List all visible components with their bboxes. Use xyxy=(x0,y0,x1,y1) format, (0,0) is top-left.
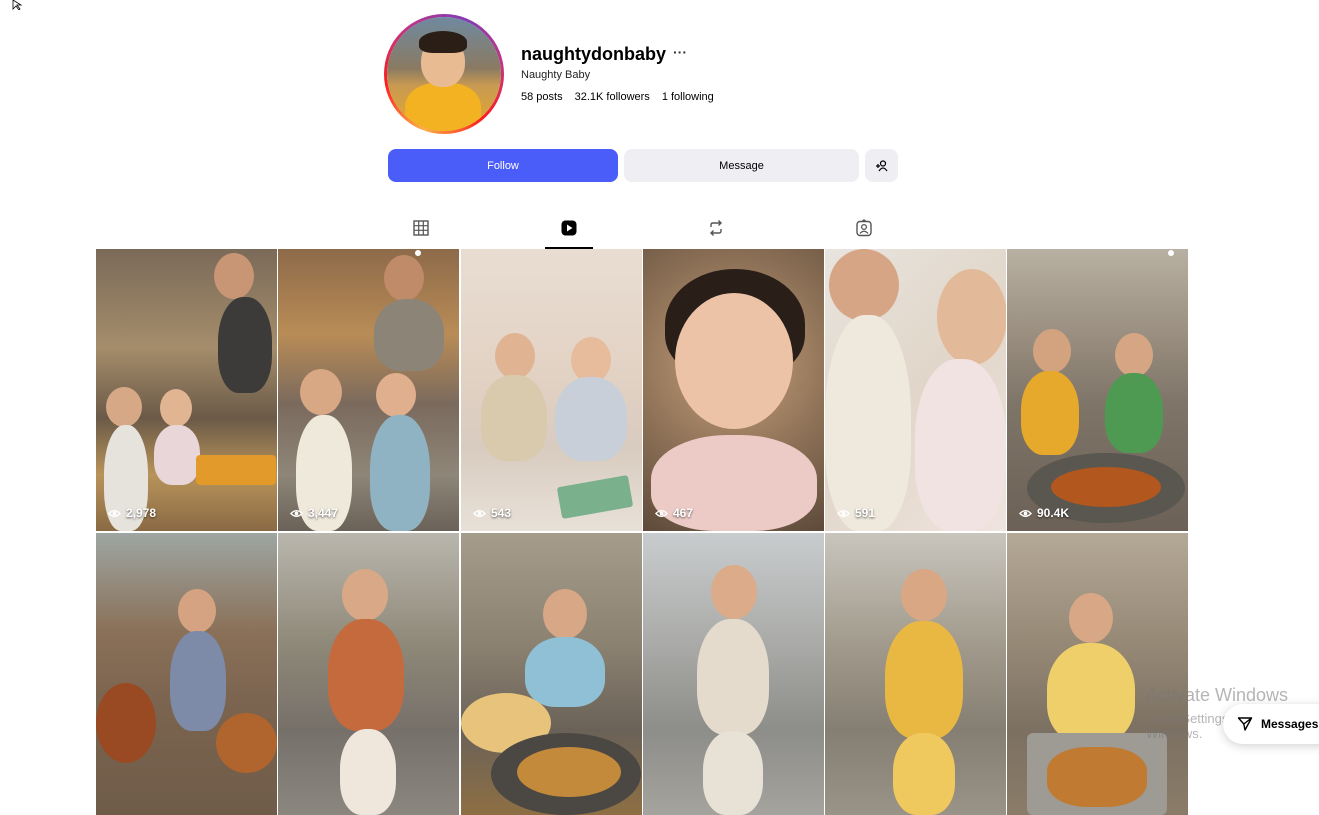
profile-username: naughtydonbaby xyxy=(521,44,666,64)
tagged-icon xyxy=(856,219,872,237)
add-user-icon xyxy=(876,160,888,172)
repost-icon xyxy=(710,220,722,236)
eye-icon xyxy=(1019,509,1032,517)
mouse-cursor-icon xyxy=(12,0,23,10)
eye-icon xyxy=(108,509,121,517)
eye-icon xyxy=(655,509,668,517)
more-options-icon[interactable]: ··· xyxy=(673,44,687,60)
reel-tile[interactable] xyxy=(96,533,277,815)
eye-icon xyxy=(290,509,303,517)
tab-reposts[interactable] xyxy=(692,219,740,247)
tab-posts[interactable] xyxy=(397,219,445,247)
messages-button[interactable]: Messages xyxy=(1223,704,1319,744)
following-count[interactable]: 1 following xyxy=(662,91,714,103)
view-count: 543 xyxy=(473,506,511,520)
eye-icon xyxy=(473,509,486,517)
followers-count[interactable]: 32.1K followers xyxy=(575,91,650,103)
reels-icon xyxy=(561,220,577,236)
add-user-button[interactable] xyxy=(865,149,898,182)
profile-stats: 58 posts 32.1K followers 1 following xyxy=(521,91,714,103)
tab-tagged[interactable] xyxy=(840,219,888,247)
view-count: 467 xyxy=(655,506,693,520)
reel-tile[interactable] xyxy=(825,533,1006,815)
view-count: 90.4K xyxy=(1019,506,1069,520)
view-count: 591 xyxy=(837,506,875,520)
tab-reels[interactable] xyxy=(545,219,593,249)
avatar xyxy=(387,17,501,131)
view-count: 3,447 xyxy=(290,506,338,520)
posts-count[interactable]: 58 posts xyxy=(521,91,563,103)
reel-tile[interactable]: 2,978 xyxy=(96,249,277,531)
reel-tile[interactable]: 543 xyxy=(461,249,642,531)
send-icon xyxy=(1237,717,1253,731)
follow-button[interactable]: Follow xyxy=(388,149,618,182)
messages-label: Messages xyxy=(1261,717,1319,731)
grid-icon xyxy=(413,220,429,236)
view-count: 2,978 xyxy=(108,506,156,520)
reel-tile[interactable]: 591 xyxy=(825,249,1006,531)
message-button[interactable]: Message xyxy=(624,149,859,182)
reels-grid: 2,978 3,447 543 467 591 90.4K xyxy=(96,249,1189,815)
profile-avatar-ring[interactable] xyxy=(384,14,504,134)
reel-tile[interactable] xyxy=(1007,533,1188,815)
profile-full-name: Naughty Baby xyxy=(521,69,591,81)
reel-tile[interactable]: 3,447 xyxy=(278,249,459,531)
activate-windows-title: Activate Windows xyxy=(1146,685,1289,705)
reel-tile[interactable] xyxy=(643,533,824,815)
reel-tile[interactable] xyxy=(461,533,642,815)
reel-tile[interactable]: 467 xyxy=(643,249,824,531)
eye-icon xyxy=(837,509,850,517)
reel-tile[interactable] xyxy=(278,533,459,815)
reel-tile[interactable]: 90.4K xyxy=(1007,249,1188,531)
